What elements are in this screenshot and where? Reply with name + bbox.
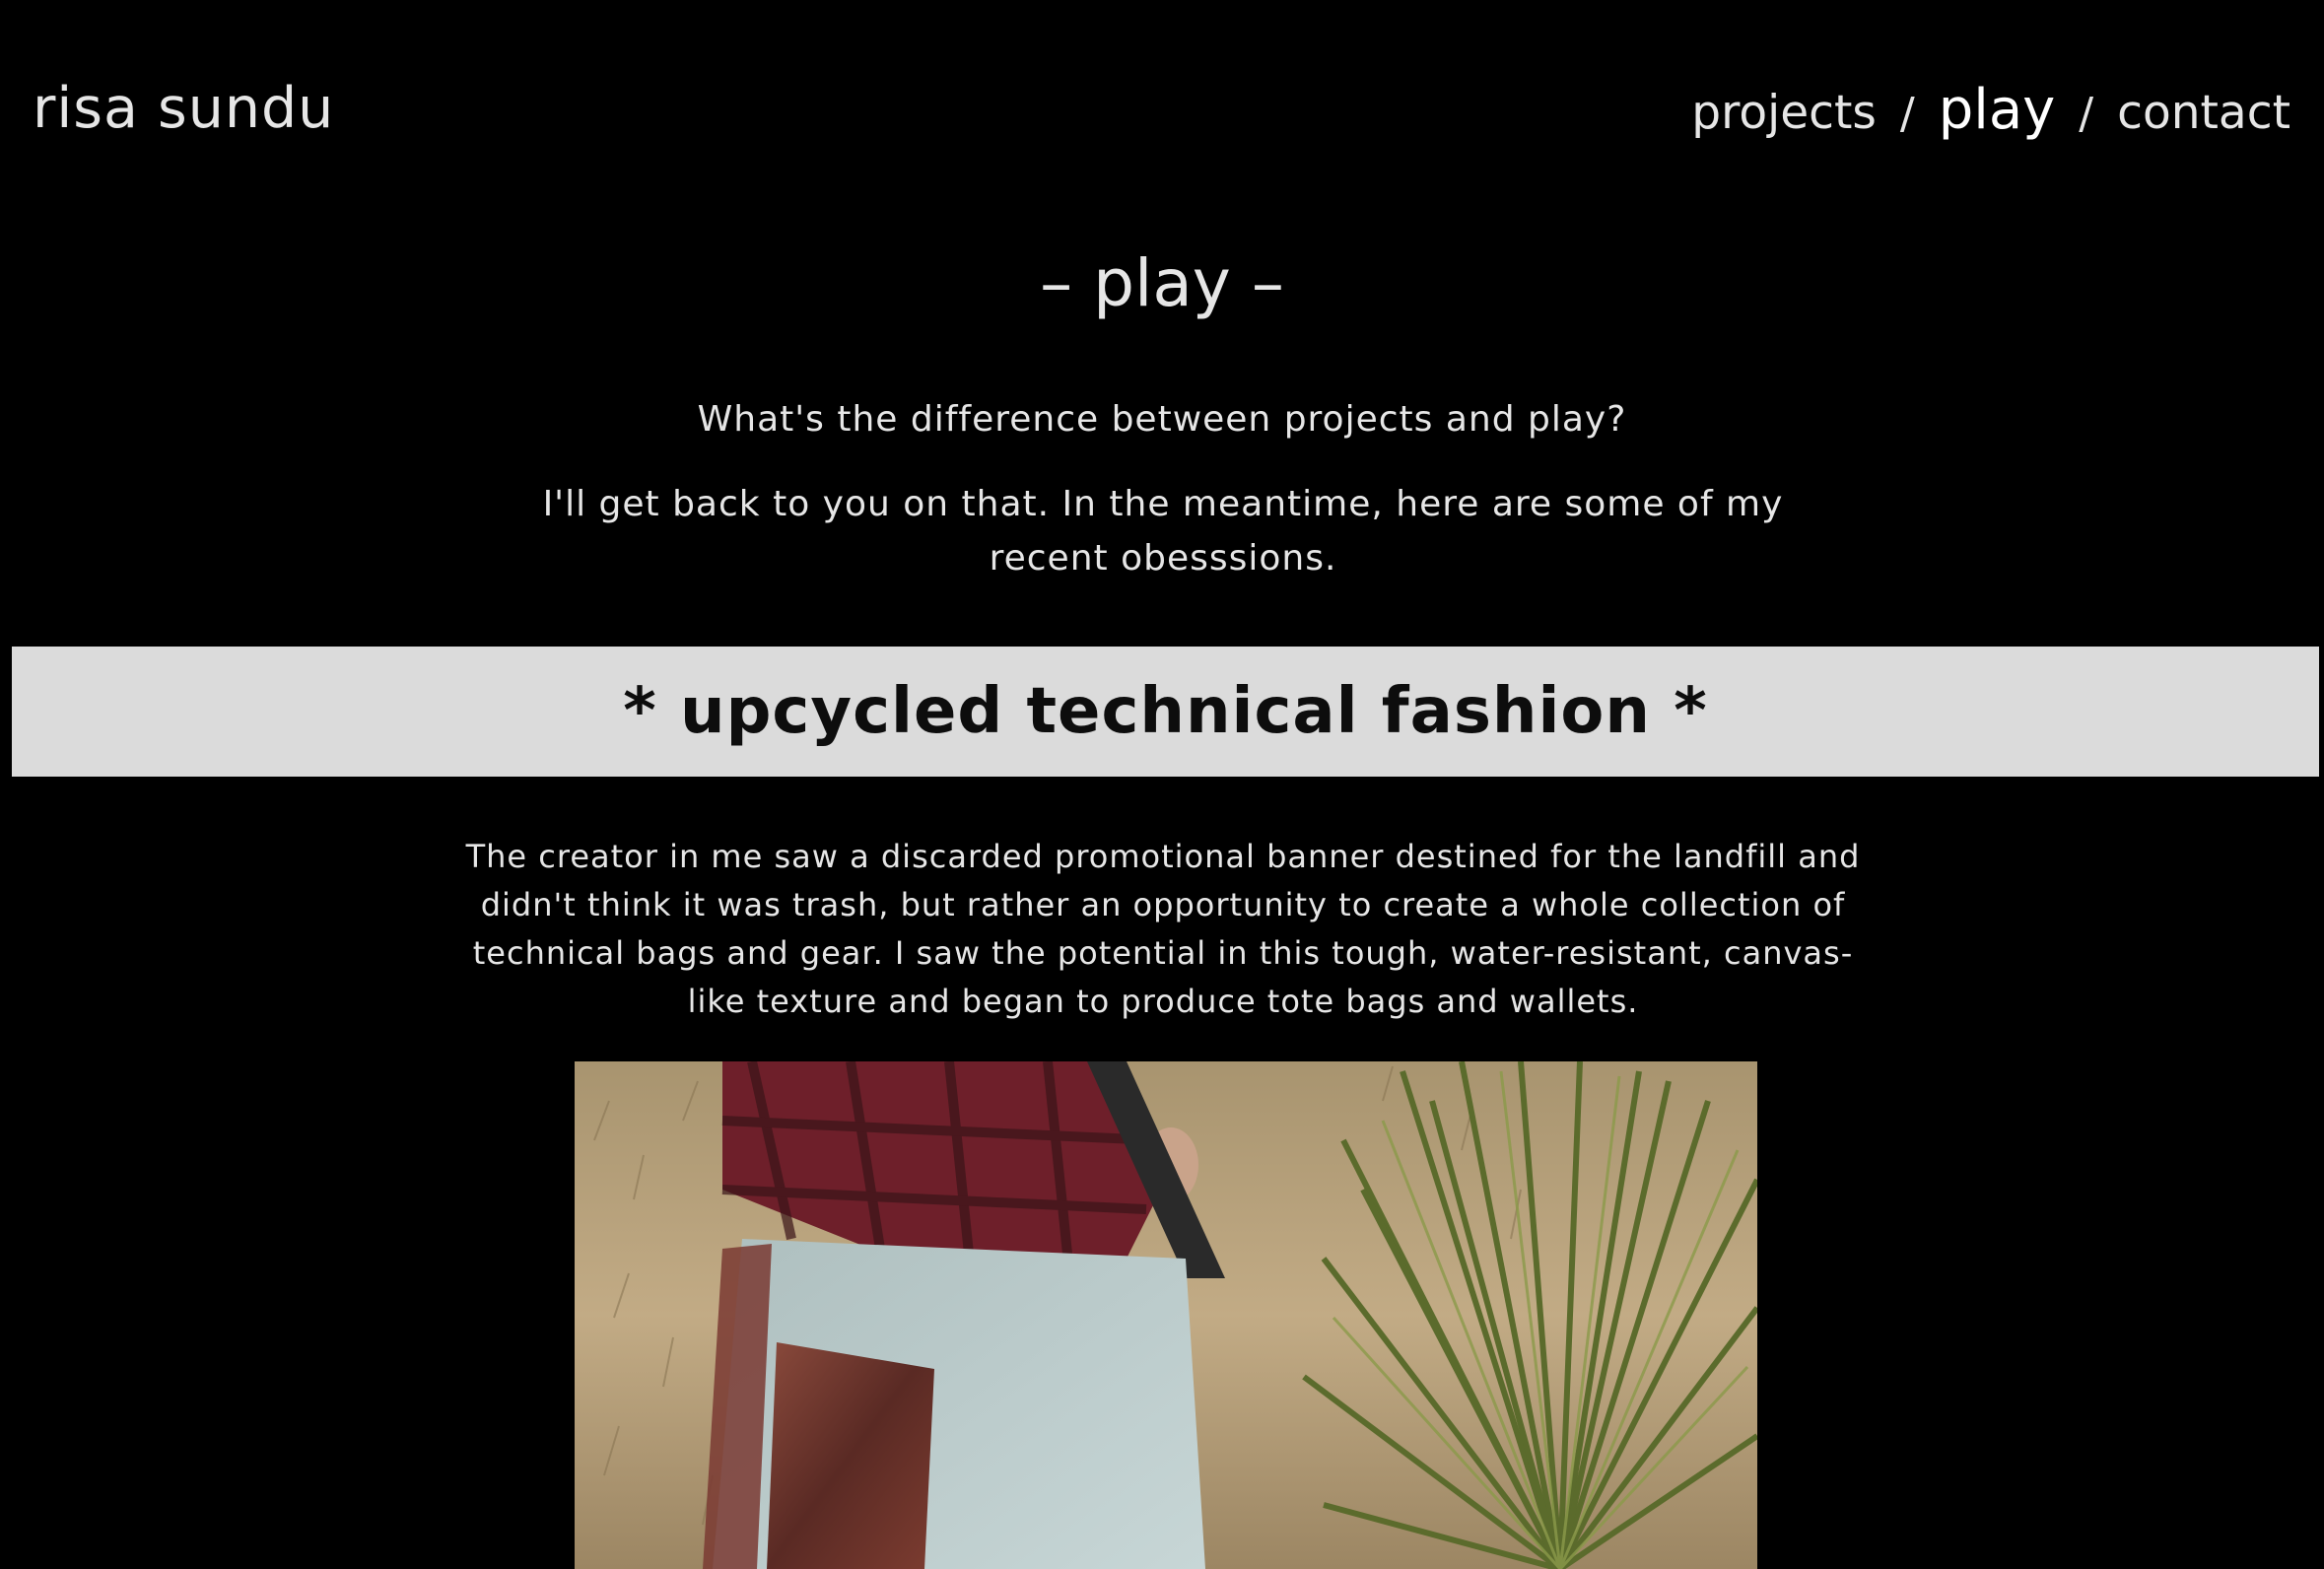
page-title: – play – xyxy=(1040,245,1284,321)
main-nav: projects / play / contact xyxy=(1691,81,2290,144)
nav-separator: / xyxy=(1899,89,1915,139)
nav-link-play[interactable]: play xyxy=(1939,81,2056,140)
project-description: The creator in me saw a discarded promot… xyxy=(465,838,1861,1020)
intro-answer: I'll get back to you on that. In the mea… xyxy=(542,484,1784,579)
nav-separator: / xyxy=(2079,89,2094,139)
project-title-banner: * upcycled technical fashion * xyxy=(12,647,2319,777)
nav-link-projects[interactable]: projects xyxy=(1691,84,1877,143)
page: risa sundu projects / play / contact – p… xyxy=(0,0,2324,1569)
intro-question: What's the difference between projects a… xyxy=(697,399,1627,440)
nav-link-contact[interactable]: contact xyxy=(2117,84,2290,143)
site-title-link[interactable]: risa sundu xyxy=(33,71,334,146)
tote-bag-photo-image xyxy=(575,1061,1757,1569)
project-title: * upcycled technical fashion * xyxy=(623,675,1708,748)
project-photo xyxy=(575,1061,1757,1569)
